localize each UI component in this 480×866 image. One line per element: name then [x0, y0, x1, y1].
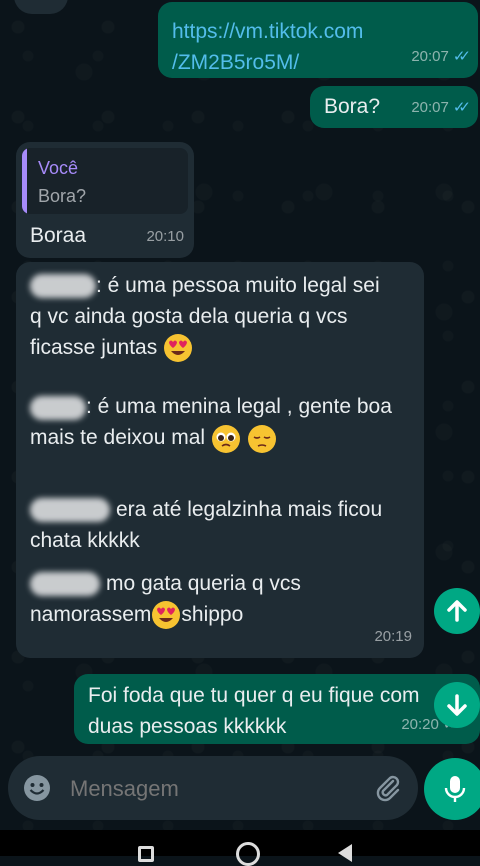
message-text: Bora?	[324, 95, 381, 118]
quote-bar	[22, 148, 27, 214]
emoji-icon[interactable]	[22, 773, 52, 803]
message-time: 20:19	[374, 628, 412, 645]
message-time: 20:20	[401, 716, 439, 733]
redacted-name	[30, 572, 100, 597]
message-line: mais te deixou mal	[30, 426, 206, 450]
scroll-up-button[interactable]	[434, 588, 480, 634]
arrow-up-icon	[447, 600, 467, 622]
message-time: 20:07	[411, 48, 449, 65]
recents-button[interactable]	[138, 846, 154, 862]
scroll-down-button[interactable]	[434, 682, 480, 728]
redacted-name	[30, 395, 86, 420]
heart-eyes-emoji-icon	[152, 601, 181, 630]
back-button[interactable]	[338, 844, 352, 862]
arrow-down-icon	[447, 694, 467, 716]
message-long-bubble[interactable]: : é uma pessoa muito legal sei q vc aind…	[16, 262, 424, 658]
pensive-face-emoji-icon	[247, 424, 276, 453]
message-text: Boraa	[30, 224, 87, 247]
attach-icon[interactable]	[372, 772, 404, 804]
message-line: ficasse juntas	[30, 336, 158, 359]
quote-author: Você	[38, 158, 79, 178]
voice-message-button[interactable]	[424, 758, 480, 820]
message-line: Foi foda que tu quer q eu fique com	[88, 684, 420, 707]
message-last-bubble[interactable]: Foi foda que tu quer q eu fique com duas…	[74, 674, 480, 744]
message-link-bubble[interactable]: https://vm.tiktok.com /ZM2B5ro5M/ 20:07 …	[158, 2, 478, 78]
message-time: 20:10	[146, 228, 184, 245]
home-button[interactable]	[236, 842, 260, 866]
pleading-face-emoji-icon	[211, 424, 240, 453]
message-time: 20:07	[411, 99, 449, 116]
quote-text: Bora?	[38, 186, 87, 206]
message-input[interactable]	[68, 770, 362, 808]
redacted-name	[30, 498, 110, 523]
system-navigation-bar	[0, 830, 480, 866]
microphone-icon	[444, 776, 466, 802]
message-line: era até legalzinha mais ficou	[116, 497, 383, 521]
message-line: shippo	[181, 602, 244, 626]
message-line: mo gata queria q vcs	[106, 571, 301, 595]
read-ticks-icon: ✓✓	[452, 48, 471, 65]
redacted-name	[30, 274, 96, 299]
message-line: chata kkkkk	[30, 528, 140, 552]
heart-eyes-emoji-icon	[164, 334, 193, 363]
message-line: : é uma menina legal , gente boa	[86, 395, 392, 419]
message-line: : é uma pessoa muito legal sei	[96, 274, 380, 297]
quoted-message[interactable]: Você Bora?	[22, 148, 188, 214]
message-bora-bubble[interactable]: Bora? 20:07 ✓✓	[310, 86, 478, 128]
message-line: namorassem	[30, 602, 152, 626]
message-composer[interactable]	[8, 756, 418, 820]
read-ticks-icon: ✓✓	[452, 99, 471, 116]
message-reply-bubble[interactable]: Você Bora? Boraa 20:10	[16, 142, 194, 258]
message-line: q vc ainda gosta dela queria q vcs	[30, 305, 348, 328]
